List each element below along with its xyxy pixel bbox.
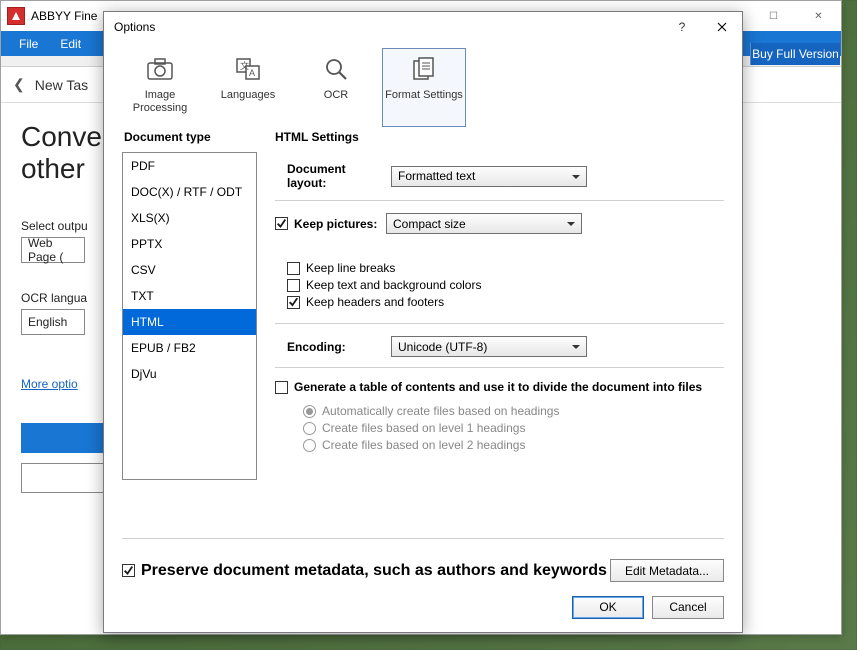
ocr-language-select[interactable]: English: [21, 309, 85, 335]
keep-colors-label: Keep text and background colors: [306, 278, 481, 292]
document-layout-label: Document layout:: [287, 162, 385, 190]
keep-headers-checkbox[interactable]: [287, 296, 300, 309]
app-title: ABBYY Fine: [31, 9, 97, 23]
doc-type-csv[interactable]: CSV: [123, 257, 256, 283]
radio-level1-label: Create files based on level 1 headings: [322, 421, 525, 435]
buy-full-version-button[interactable]: Buy Full Version: [750, 43, 840, 65]
magnifier-icon: [322, 55, 350, 83]
keep-pictures-select[interactable]: Compact size: [386, 213, 582, 234]
menu-edit[interactable]: Edit: [50, 35, 91, 53]
doc-type-epub[interactable]: EPUB / FB2: [123, 335, 256, 361]
back-icon[interactable]: ❮: [13, 76, 25, 93]
dialog-titlebar: Options ?: [104, 12, 742, 42]
generate-toc-label: Generate a table of contents and use it …: [294, 380, 702, 394]
cancel-button[interactable]: Cancel: [652, 596, 724, 619]
task-title: New Tas: [35, 77, 88, 93]
edit-metadata-button[interactable]: Edit Metadata...: [610, 559, 724, 582]
tab-languages[interactable]: 文A Languages: [206, 48, 290, 127]
doc-type-pptx[interactable]: PPTX: [123, 231, 256, 257]
doc-type-html[interactable]: HTML: [123, 309, 256, 335]
more-options-link[interactable]: More optio: [21, 377, 78, 391]
app-logo-icon: [7, 7, 25, 25]
document-type-heading: Document type: [124, 130, 257, 144]
dialog-title: Options: [114, 20, 155, 34]
maximize-button[interactable]: ☐: [751, 2, 796, 31]
tab-label: Format Settings: [385, 89, 463, 102]
doc-type-txt[interactable]: TXT: [123, 283, 256, 309]
settings-heading: HTML Settings: [275, 130, 724, 144]
radio-auto-headings: [303, 405, 316, 418]
keep-headers-label: Keep headers and footers: [306, 295, 444, 309]
dialog-tabs: Image Processing 文A Languages OCR Format…: [104, 42, 742, 128]
doc-type-djvu[interactable]: DjVu: [123, 361, 256, 387]
doc-type-xlsx[interactable]: XLS(X): [123, 205, 256, 231]
radio-level1-headings: [303, 422, 316, 435]
doc-type-pdf[interactable]: PDF: [123, 153, 256, 179]
close-app-button[interactable]: ✕: [796, 2, 841, 31]
svg-text:A: A: [249, 68, 255, 78]
keep-line-breaks-label: Keep line breaks: [306, 261, 395, 275]
keep-pictures-checkbox[interactable]: [275, 217, 288, 230]
tab-image-processing[interactable]: Image Processing: [118, 48, 202, 127]
ok-button[interactable]: OK: [572, 596, 644, 619]
tab-label: OCR: [324, 89, 348, 102]
encoding-label: Encoding:: [287, 340, 385, 354]
tab-format-settings[interactable]: Format Settings: [382, 48, 466, 127]
help-button[interactable]: ?: [662, 13, 702, 42]
document-layout-select[interactable]: Formatted text: [391, 166, 587, 187]
close-dialog-button[interactable]: [702, 13, 742, 42]
preserve-metadata-label: Preserve document metadata, such as auth…: [141, 562, 607, 580]
camera-icon: [146, 55, 174, 83]
options-dialog: Options ? Image Processing 文A Languages …: [103, 11, 743, 633]
radio-level2-headings: [303, 439, 316, 452]
generate-toc-checkbox[interactable]: [275, 381, 288, 394]
svg-text:文: 文: [240, 60, 249, 71]
preserve-metadata-checkbox[interactable]: [122, 564, 135, 577]
tab-label: Image Processing: [119, 89, 201, 114]
output-format-select[interactable]: Web Page (: [21, 237, 85, 263]
doc-type-docx[interactable]: DOC(X) / RTF / ODT: [123, 179, 256, 205]
documents-icon: [410, 55, 438, 83]
radio-level2-label: Create files based on level 2 headings: [322, 438, 525, 452]
languages-icon: 文A: [234, 55, 262, 83]
tab-ocr[interactable]: OCR: [294, 48, 378, 127]
tab-label: Languages: [221, 89, 275, 102]
keep-pictures-label: Keep pictures:: [294, 217, 380, 231]
radio-auto-label: Automatically create files based on head…: [322, 404, 559, 418]
keep-line-breaks-checkbox[interactable]: [287, 262, 300, 275]
document-type-list: PDF DOC(X) / RTF / ODT XLS(X) PPTX CSV T…: [122, 152, 257, 480]
encoding-select[interactable]: Unicode (UTF-8): [391, 336, 587, 357]
keep-colors-checkbox[interactable]: [287, 279, 300, 292]
menu-file[interactable]: File: [9, 35, 48, 53]
